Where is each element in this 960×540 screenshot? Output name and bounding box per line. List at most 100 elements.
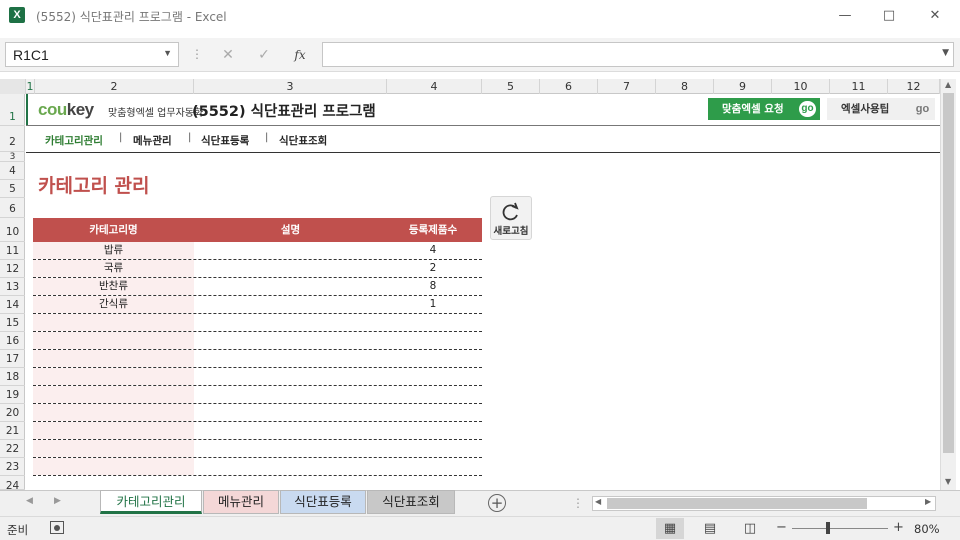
insert-function-button[interactable]: fx: [288, 44, 312, 66]
drag-handle-icon[interactable]: ⋮: [191, 47, 203, 61]
table-row[interactable]: 국류 2: [33, 260, 482, 278]
page-break-preview-icon[interactable]: ◫: [736, 518, 764, 539]
table-row[interactable]: [33, 440, 482, 458]
product-count-cell[interactable]: [393, 332, 473, 349]
column-header[interactable]: 5: [482, 79, 540, 94]
table-row[interactable]: [33, 350, 482, 368]
table-row[interactable]: 밥류 4: [33, 242, 482, 260]
maximize-icon[interactable]: □: [866, 0, 912, 32]
select-all-corner[interactable]: [0, 79, 26, 94]
row-header[interactable]: 19: [0, 386, 25, 404]
column-header[interactable]: 12: [888, 79, 940, 94]
product-count-cell[interactable]: 1: [393, 296, 473, 313]
row-header[interactable]: 5: [0, 180, 25, 198]
product-count-cell[interactable]: [393, 422, 473, 439]
sheet-tab-menu[interactable]: 메뉴관리: [203, 490, 279, 514]
table-row[interactable]: [33, 422, 482, 440]
zoom-slider[interactable]: [792, 528, 888, 529]
column-header[interactable]: 1: [26, 79, 35, 94]
column-header[interactable]: 8: [656, 79, 714, 94]
row-header[interactable]: 18: [0, 368, 25, 386]
row-header[interactable]: 24: [0, 476, 25, 492]
row-header[interactable]: 11: [0, 242, 25, 260]
row-header[interactable]: 14: [0, 296, 25, 314]
sheet-tab-meal-register[interactable]: 식단표등록: [280, 490, 366, 514]
table-row[interactable]: [33, 404, 482, 422]
product-count-cell[interactable]: [393, 368, 473, 385]
scroll-right-icon[interactable]: ▶: [925, 497, 931, 506]
nav-item-category[interactable]: 카테고리관리: [45, 133, 103, 148]
enter-check-icon[interactable]: ✓: [252, 44, 276, 66]
row-header[interactable]: 6: [0, 198, 25, 218]
scroll-up-icon[interactable]: ▲: [945, 80, 951, 89]
worksheet[interactable]: coukey 맞춤형엑셀 업무자동화 (5552) 식단표관리 프로그램 맞춤엑…: [26, 94, 940, 490]
column-header[interactable]: 9: [714, 79, 772, 94]
row-header[interactable]: 10: [0, 218, 25, 242]
category-name-cell[interactable]: [33, 332, 194, 349]
page-layout-icon[interactable]: ▤: [696, 518, 724, 539]
sheet-tab-meal-view[interactable]: 식단표조회: [367, 490, 455, 514]
product-count-cell[interactable]: [393, 404, 473, 421]
formula-input[interactable]: ▼: [322, 42, 954, 67]
scroll-thumb[interactable]: [607, 498, 867, 509]
vertical-scrollbar[interactable]: ▲ ▼: [940, 79, 956, 490]
product-count-cell[interactable]: [393, 386, 473, 403]
category-name-cell[interactable]: [33, 404, 194, 421]
category-name-cell[interactable]: [33, 458, 194, 475]
nav-item-meal-view[interactable]: 식단표조회: [279, 133, 327, 148]
name-box[interactable]: R1C1 ▼: [5, 42, 179, 67]
scroll-thumb[interactable]: [943, 93, 954, 453]
product-count-cell[interactable]: [393, 350, 473, 367]
product-count-cell[interactable]: [393, 458, 473, 475]
horizontal-scrollbar[interactable]: ◀ ▶: [592, 496, 936, 511]
category-name-cell[interactable]: 국류: [33, 260, 194, 277]
nav-item-menu[interactable]: 메뉴관리: [133, 133, 172, 148]
add-sheet-icon[interactable]: +: [488, 494, 506, 512]
column-header[interactable]: 11: [830, 79, 888, 94]
chevron-down-icon[interactable]: ▼: [163, 48, 172, 58]
row-header[interactable]: 13: [0, 278, 25, 296]
product-count-cell[interactable]: 8: [393, 278, 473, 295]
zoom-in-icon[interactable]: +: [893, 520, 904, 535]
column-header[interactable]: 4: [387, 79, 482, 94]
category-name-cell[interactable]: 밥류: [33, 242, 194, 259]
column-header[interactable]: 3: [194, 79, 387, 94]
minimize-icon[interactable]: —: [822, 0, 868, 32]
row-header[interactable]: 20: [0, 404, 25, 422]
row-header[interactable]: 16: [0, 332, 25, 350]
table-row[interactable]: 간식류 1: [33, 296, 482, 314]
category-name-cell[interactable]: [33, 368, 194, 385]
row-header[interactable]: 2: [0, 126, 25, 152]
table-row[interactable]: [33, 314, 482, 332]
category-name-cell[interactable]: [33, 440, 194, 457]
sheet-tab-category[interactable]: 카테고리관리: [100, 490, 202, 514]
table-row[interactable]: [33, 386, 482, 404]
normal-view-icon[interactable]: ▦: [656, 518, 684, 539]
category-name-cell[interactable]: [33, 386, 194, 403]
scroll-left-icon[interactable]: ◀: [595, 497, 601, 506]
column-header[interactable]: 6: [540, 79, 598, 94]
zoom-out-icon[interactable]: −: [776, 520, 787, 535]
table-row[interactable]: 반찬류 8: [33, 278, 482, 296]
table-row[interactable]: [33, 368, 482, 386]
column-header[interactable]: 2: [35, 79, 194, 94]
row-header[interactable]: 17: [0, 350, 25, 368]
tab-scroll-right-icon[interactable]: ▶: [54, 496, 61, 506]
row-header[interactable]: 15: [0, 314, 25, 332]
category-name-cell[interactable]: [33, 422, 194, 439]
zoom-slider-thumb[interactable]: [826, 522, 830, 534]
product-count-cell[interactable]: [393, 440, 473, 457]
product-count-cell[interactable]: [393, 314, 473, 331]
drag-handle-icon[interactable]: ⋮: [572, 496, 584, 510]
cancel-icon[interactable]: ✕: [216, 44, 240, 66]
row-header[interactable]: 4: [0, 162, 25, 180]
row-header[interactable]: 21: [0, 422, 25, 440]
scroll-down-icon[interactable]: ▼: [945, 477, 951, 486]
table-row[interactable]: [33, 458, 482, 476]
refresh-button[interactable]: 새로고침: [490, 196, 532, 240]
macro-record-icon[interactable]: [50, 521, 64, 534]
row-header[interactable]: 12: [0, 260, 25, 278]
category-name-cell[interactable]: 간식류: [33, 296, 194, 313]
chevron-down-icon[interactable]: ▼: [942, 48, 949, 58]
row-header[interactable]: 1: [0, 94, 25, 126]
